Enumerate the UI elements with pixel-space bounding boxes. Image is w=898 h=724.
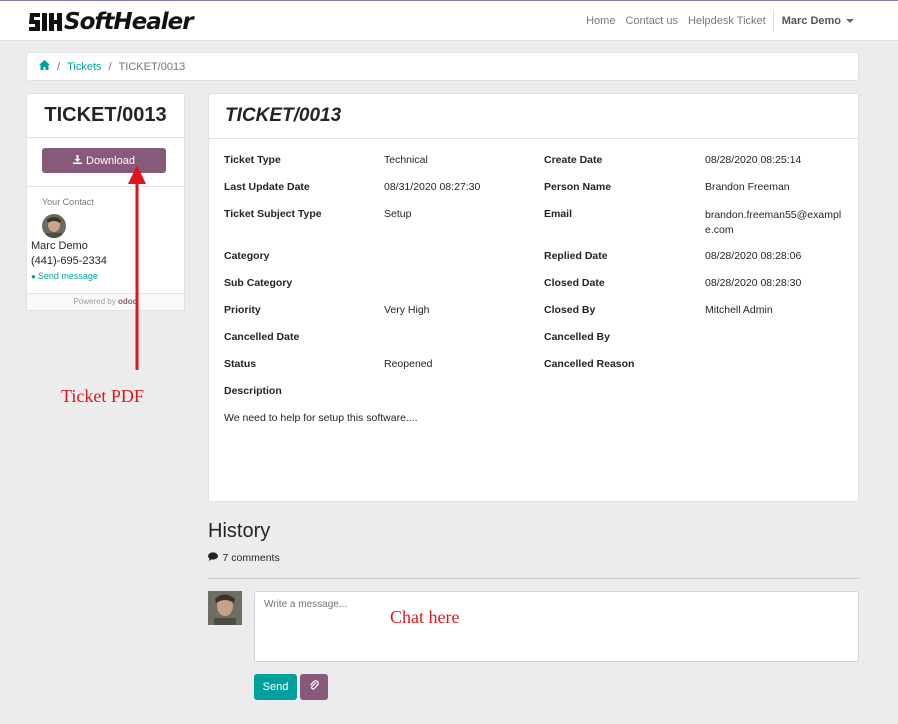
field-value-status: Reopened bbox=[384, 358, 433, 370]
ticket-sidebar: TICKET/0013 Download Your Contact Marc D… bbox=[26, 93, 185, 311]
field-label-category: Category bbox=[224, 250, 270, 262]
description-text: We need to help for setup this software.… bbox=[224, 412, 418, 424]
contact-label: Your Contact bbox=[42, 197, 94, 207]
sidebar-ticket-title: TICKET/0013 bbox=[27, 94, 184, 138]
softhealer-logo-mark bbox=[29, 13, 62, 31]
field-label-status: Status bbox=[224, 358, 257, 370]
field-value-person-name: Brandon Freeman bbox=[705, 181, 790, 193]
user-avatar bbox=[208, 591, 242, 625]
download-icon bbox=[73, 154, 83, 167]
field-label-closed-date: Closed Date bbox=[544, 277, 605, 289]
message-input[interactable] bbox=[254, 591, 859, 662]
field-label-cancelled-by: Cancelled By bbox=[544, 331, 610, 343]
powered-by[interactable]: Powered by odoo bbox=[27, 293, 184, 310]
field-value-priority: Very High bbox=[384, 304, 430, 316]
odoo-logo: odoo bbox=[117, 297, 138, 306]
home-icon[interactable] bbox=[39, 60, 50, 73]
attach-button[interactable] bbox=[300, 674, 328, 700]
comment-icon: ● bbox=[31, 272, 36, 281]
field-label-cancelled-reason: Cancelled Reason bbox=[544, 358, 635, 370]
field-label-sub-category: Sub Category bbox=[224, 277, 293, 289]
nav-home[interactable]: Home bbox=[586, 15, 615, 27]
download-button[interactable]: Download bbox=[42, 148, 166, 173]
contact-section: Your Contact Marc Demo (441)-695-2334 ● S… bbox=[27, 187, 184, 294]
field-label-ticket-type: Ticket Type bbox=[224, 154, 281, 166]
contact-name: Marc Demo bbox=[31, 240, 88, 252]
contact-phone: (441)-695-2334 bbox=[31, 255, 107, 267]
field-label-replied-date: Replied Date bbox=[544, 250, 608, 262]
annotation-chat-here: Chat here bbox=[390, 607, 460, 627]
description-label: Description bbox=[224, 385, 282, 397]
annotation-ticket-pdf: Ticket PDF bbox=[61, 386, 144, 406]
field-label-create-date: Create Date bbox=[544, 154, 603, 166]
ticket-details-card: TICKET/0013 Ticket Type Technical Create… bbox=[208, 93, 859, 502]
breadcrumb: / Tickets / TICKET/0013 bbox=[26, 52, 859, 81]
user-name: Marc Demo bbox=[781, 15, 841, 27]
comments-icon bbox=[208, 552, 221, 563]
caret-down-icon bbox=[846, 19, 854, 24]
logo-text: SoftHealer bbox=[64, 9, 194, 35]
history-divider bbox=[208, 578, 859, 579]
contact-avatar bbox=[42, 214, 66, 238]
field-value-create-date: 08/28/2020 08:25:14 bbox=[705, 154, 802, 166]
field-label-closed-by: Closed By bbox=[544, 304, 596, 316]
nav-divider bbox=[772, 10, 774, 32]
paperclip-icon bbox=[309, 680, 319, 694]
main-nav: Home Contact us Helpdesk Ticket Marc Dem… bbox=[576, 1, 854, 41]
field-label-priority: Priority bbox=[224, 304, 261, 316]
breadcrumb-tickets[interactable]: Tickets bbox=[67, 61, 101, 73]
field-value-email: brandon.freeman55@example.com bbox=[705, 209, 842, 236]
comments-count-label: 7 comments bbox=[222, 552, 280, 564]
breadcrumb-current: TICKET/0013 bbox=[118, 60, 186, 73]
field-label-cancelled-date: Cancelled Date bbox=[224, 331, 300, 343]
ticket-title: TICKET/0013 bbox=[209, 94, 858, 139]
nav-contact-us[interactable]: Contact us bbox=[625, 15, 678, 27]
breadcrumb-separator: / bbox=[57, 60, 61, 73]
field-label-email: Email bbox=[544, 208, 573, 220]
send-message-link[interactable]: ● Send message bbox=[31, 271, 98, 281]
breadcrumb-separator: / bbox=[108, 60, 112, 73]
field-label-person-name: Person Name bbox=[544, 181, 612, 193]
field-value-closed-by: Mitchell Admin bbox=[705, 304, 773, 316]
user-menu[interactable]: Marc Demo bbox=[782, 15, 854, 27]
field-label-subject-type: Ticket Subject Type bbox=[224, 208, 322, 220]
send-message-label: Send message bbox=[37, 271, 98, 281]
field-label-last-update: Last Update Date bbox=[224, 181, 310, 193]
download-label: Download bbox=[86, 154, 135, 167]
history-title: History bbox=[208, 520, 271, 542]
field-value-subject-type: Setup bbox=[384, 208, 412, 220]
powered-by-label: Powered by bbox=[73, 297, 116, 306]
field-value-closed-date: 08/28/2020 08:28:30 bbox=[705, 277, 802, 289]
top-navbar: SoftHealer Home Contact us Helpdesk Tick… bbox=[0, 0, 898, 41]
brand-logo[interactable]: SoftHealer bbox=[28, 8, 194, 36]
download-section: Download bbox=[27, 138, 184, 187]
nav-helpdesk-ticket[interactable]: Helpdesk Ticket bbox=[688, 15, 766, 27]
comments-count: 7 comments bbox=[208, 552, 280, 564]
field-value-replied-date: 08/28/2020 08:28:06 bbox=[705, 250, 802, 262]
field-value-last-update: 08/31/2020 08:27:30 bbox=[384, 181, 481, 193]
field-value-ticket-type: Technical bbox=[384, 154, 428, 166]
send-button[interactable]: Send bbox=[254, 674, 297, 700]
